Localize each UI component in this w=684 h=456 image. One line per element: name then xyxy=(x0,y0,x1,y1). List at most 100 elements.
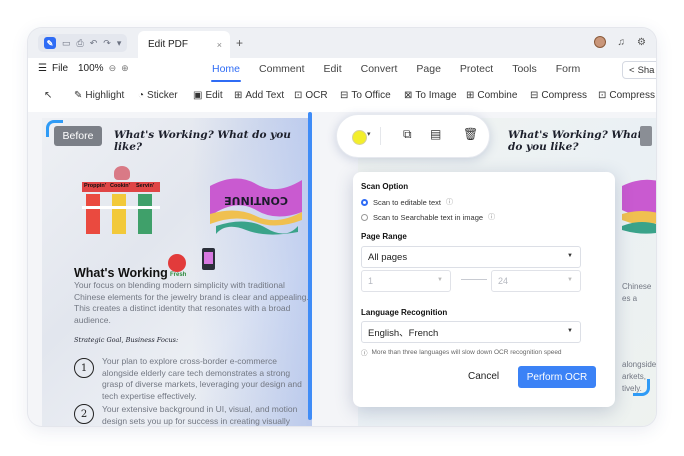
save-icon[interactable]: ▭ xyxy=(62,38,71,49)
to-image-label: To Image xyxy=(415,90,457,101)
language-title: Language Recognition xyxy=(361,308,448,317)
zoom-value[interactable]: 100% xyxy=(78,63,104,74)
zoom-out-icon[interactable]: ⊖ xyxy=(109,63,117,74)
to-image-tool[interactable]: ⊠ To Image xyxy=(404,90,457,101)
select-tool[interactable]: ↖ xyxy=(44,90,52,101)
stall-label-3: Servin' xyxy=(136,183,155,189)
menu-page[interactable]: Page xyxy=(416,58,441,82)
to-page-input[interactable]: 24 ▼ xyxy=(491,270,581,292)
after-fragment-1: Chinese xyxy=(622,282,652,291)
file-menu[interactable]: ☰ File xyxy=(38,63,68,74)
document-tab[interactable]: Edit PDF × xyxy=(138,31,230,58)
compare-slider-handle[interactable] xyxy=(308,112,312,420)
range-dash xyxy=(461,279,487,280)
ocr-tool[interactable]: ⊡ OCR xyxy=(294,90,328,101)
edit-icon: ▣ xyxy=(193,90,203,101)
section-heading: What's Working xyxy=(74,266,168,280)
color-swatch[interactable] xyxy=(352,130,367,145)
copy-icon[interactable]: ⧉ xyxy=(403,127,412,142)
print-icon[interactable]: ⎙ xyxy=(77,38,84,49)
menu-tools[interactable]: Tools xyxy=(512,58,537,82)
compress-tool[interactable]: ⊟ Compress xyxy=(530,90,587,101)
edit-tool[interactable]: ▣ Edit xyxy=(193,90,223,101)
combine-label: Combine xyxy=(477,90,518,101)
chevron-down-icon: ▼ xyxy=(567,277,573,283)
info-icon: ⓘ xyxy=(488,214,496,221)
hamburger-icon: ☰ xyxy=(38,63,47,74)
sticker-label: Sticker xyxy=(147,90,178,101)
share-button[interactable]: < Sha xyxy=(622,61,656,79)
info-icon: ⓘ xyxy=(445,199,453,206)
radio-searchable[interactable] xyxy=(361,213,368,221)
scan-searchable-label: Scan to Searchable text in image xyxy=(373,212,484,222)
compress-icon: ⊡ xyxy=(598,90,607,101)
from-page-input[interactable]: 1 ▼ xyxy=(361,270,451,292)
document-title: What's Working? What do you like? xyxy=(114,129,291,153)
new-tab-button[interactable]: + xyxy=(236,36,243,50)
settings-icon[interactable]: ⚙ xyxy=(637,37,646,48)
to-image-icon: ⊠ xyxy=(404,90,413,101)
edit-label: Edit xyxy=(205,90,223,101)
title-tab-bar: ✎ ▭ ⎙ ↶ ↷ ▾ Edit PDF × + ♫ ⚙ xyxy=(28,28,656,58)
cancel-button[interactable]: Cancel xyxy=(468,371,499,382)
highlight-tool[interactable]: ✎ Highlight xyxy=(74,90,124,101)
zoom-in-icon[interactable]: ⊕ xyxy=(121,63,129,74)
close-tab-icon[interactable]: × xyxy=(217,40,222,50)
avatar[interactable] xyxy=(593,36,606,48)
undo-icon[interactable]: ↶ xyxy=(90,38,98,49)
dropdown-icon[interactable]: ▾ xyxy=(117,38,122,49)
radio-editable[interactable] xyxy=(361,198,368,206)
highlight-icon: ✎ xyxy=(74,90,83,101)
app-window: ✎ ▭ ⎙ ↶ ↷ ▾ Edit PDF × + ♫ ⚙ ☰ File 100%… xyxy=(28,28,656,426)
select-cursor-icon: ↖ xyxy=(44,90,53,101)
continue-flag-illustration: CONTINUE xyxy=(210,178,302,235)
combine-icon: ⊞ xyxy=(466,90,475,101)
from-page-value: 1 xyxy=(368,276,374,286)
comment-icon[interactable]: ▤ xyxy=(430,127,441,141)
menu-edit[interactable]: Edit xyxy=(324,58,342,82)
ocr-icon: ⊡ xyxy=(294,90,303,101)
language-note: ⓘ More than three languages will slow do… xyxy=(361,347,562,358)
stall-green xyxy=(138,194,152,234)
sticker-tool[interactable]: ◔ Sticker xyxy=(138,90,178,101)
window-controls: ♫ ⚙ xyxy=(593,36,646,48)
scan-editable-option[interactable]: Scan to editable text ⓘ xyxy=(361,197,453,207)
chevron-down-icon: ▼ xyxy=(437,277,443,283)
page-range-select[interactable]: All pages ▼ xyxy=(361,246,581,268)
scan-editable-label: Scan to editable text xyxy=(373,197,441,207)
menu-protect[interactable]: Protect xyxy=(460,58,493,82)
menu-home[interactable]: Home xyxy=(210,58,242,82)
app-logo-icon: ✎ xyxy=(44,37,56,49)
intro-paragraph: Your focus on blending modern simplicity… xyxy=(74,280,309,325)
color-dropdown-icon[interactable]: ▾ xyxy=(367,130,371,138)
before-page: Before What's Working? What do you like?… xyxy=(42,118,312,426)
file-menu-label: File xyxy=(51,63,69,74)
after-fragment-2: es a xyxy=(622,294,638,303)
info-icon: ⓘ xyxy=(361,350,368,357)
menu-convert[interactable]: Convert xyxy=(361,58,398,82)
redo-icon[interactable]: ↷ xyxy=(103,38,111,49)
combine-tool[interactable]: ⊞ Combine xyxy=(466,90,517,101)
compress-tool-2[interactable]: ⊡ Compress xyxy=(598,90,655,101)
stall-label-2: Cookin' xyxy=(110,183,130,189)
item-paragraph-2: Your extensive background in UI, visual,… xyxy=(102,404,298,426)
highlight-label: Highlight xyxy=(85,90,125,101)
add-text-tool[interactable]: ⊞ Add Text xyxy=(234,90,284,101)
chevron-down-icon: ▼ xyxy=(567,328,573,334)
after-badge xyxy=(640,126,652,146)
menu-form[interactable]: Form xyxy=(556,58,581,82)
menu-comment[interactable]: Comment xyxy=(259,58,305,82)
to-office-label: To Office xyxy=(351,90,391,101)
compress-label-2: Compress xyxy=(609,90,655,101)
to-office-tool[interactable]: ⊟ To Office xyxy=(340,90,391,101)
language-select[interactable]: English、French ▼ xyxy=(361,321,581,343)
to-office-icon: ⊟ xyxy=(340,90,349,101)
market-stall-illustration: Proppin' Cookin' Servin' xyxy=(82,166,160,242)
delete-icon[interactable]: 🗑 xyxy=(463,127,478,141)
bell-icon[interactable]: ♫ xyxy=(618,37,626,48)
perform-ocr-button[interactable]: Perform OCR xyxy=(518,366,596,388)
zoom-control: 100% ⊖ ⊕ xyxy=(78,63,129,74)
main-menu: Home Comment Edit Convert Page Protect T… xyxy=(210,58,581,82)
scan-searchable-option[interactable]: Scan to Searchable text in image ⓘ xyxy=(361,212,495,222)
tomato-icon xyxy=(168,254,186,272)
